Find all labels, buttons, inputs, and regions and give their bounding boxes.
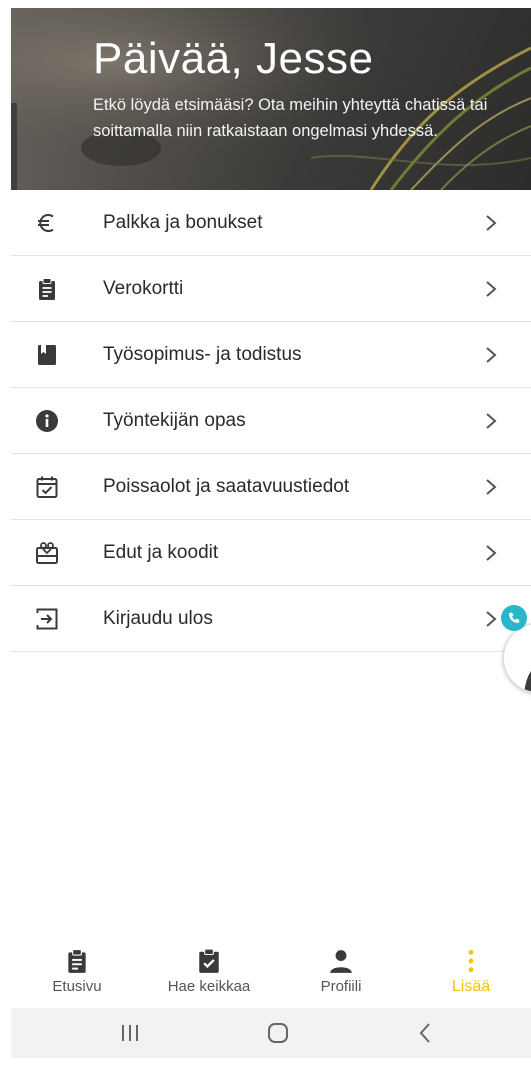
menu-item-label: Työsopimus- ja todistus (103, 343, 302, 365)
book-icon (38, 345, 56, 365)
header-hero: Päivää, Jesse Etkö löydä etsimääsi? Ota … (11, 8, 531, 190)
chevron-right-icon (486, 413, 497, 429)
nav-item-more[interactable]: Lisää (411, 948, 531, 996)
menu-item-label: Verokortti (103, 277, 184, 299)
menu-item-label: Kirjaudu ulos (103, 607, 213, 629)
calendar-check-icon (36, 476, 58, 498)
menu-item-benefits[interactable]: Edut ja koodit (11, 520, 531, 586)
menu-item-employee-guide[interactable]: Työntekijän opas (11, 388, 531, 454)
chevron-right-icon (486, 281, 497, 297)
system-navigation-bar (11, 1008, 531, 1058)
chevron-right-icon (486, 545, 497, 561)
chevron-right-icon (486, 215, 497, 231)
app-screen: Päivää, Jesse Etkö löydä etsimääsi? Ota … (11, 8, 531, 1058)
gift-card-icon (36, 542, 58, 564)
logout-icon (36, 608, 58, 630)
clipboard-check-icon (199, 948, 219, 973)
agent-photo (504, 624, 531, 692)
more-menu-list: Palkka ja bonukset Verokortti Työsopimus… (11, 190, 531, 652)
menu-item-logout[interactable]: Kirjaudu ulos (11, 586, 531, 652)
menu-item-contract[interactable]: Työsopimus- ja todistus (11, 322, 531, 388)
menu-item-tax-card[interactable]: Verokortti (11, 256, 531, 322)
chevron-right-icon (486, 611, 497, 627)
greeting-title: Päivää, Jesse (93, 34, 374, 83)
nav-label: Etusivu (52, 978, 102, 995)
help-text: Etkö löydä etsimääsi? Ota meihin yhteytt… (93, 96, 488, 140)
support-agent-avatar[interactable] (503, 623, 531, 693)
menu-item-label: Poissaolot ja saatavuustiedot (103, 475, 350, 497)
clipboard-icon (39, 278, 55, 300)
person-icon (330, 950, 352, 973)
nav-item-find-gigs[interactable]: Hae keikkaa (149, 948, 269, 995)
chevron-right-icon (486, 479, 497, 495)
phone-icon[interactable] (501, 605, 527, 631)
menu-item-label: Edut ja koodit (103, 541, 219, 563)
nav-label: Profiili (320, 978, 362, 995)
nav-label: Lisää (451, 978, 491, 995)
bottom-navigation: Etusivu Hae keikkaa Profiili Lisää (11, 948, 531, 1008)
clipboard-icon (68, 949, 86, 973)
menu-item-label: Palkka ja bonukset (103, 211, 263, 233)
recent-apps-icon[interactable] (115, 1020, 145, 1046)
info-icon (36, 410, 58, 432)
chevron-right-icon (486, 347, 497, 363)
euro-icon (38, 214, 54, 232)
menu-item-salary[interactable]: Palkka ja bonukset (11, 190, 531, 256)
home-icon[interactable] (263, 1020, 293, 1046)
back-icon[interactable] (411, 1020, 441, 1046)
nav-label: Hae keikkaa (167, 978, 251, 995)
call-support-widget[interactable] (501, 605, 531, 695)
menu-item-label: Työntekijän opas (103, 409, 246, 431)
menu-item-absences[interactable]: Poissaolot ja saatavuustiedot (11, 454, 531, 520)
more-vertical-icon (468, 949, 474, 973)
nav-item-profile[interactable]: Profiili (281, 948, 401, 995)
nav-item-home[interactable]: Etusivu (17, 948, 137, 995)
